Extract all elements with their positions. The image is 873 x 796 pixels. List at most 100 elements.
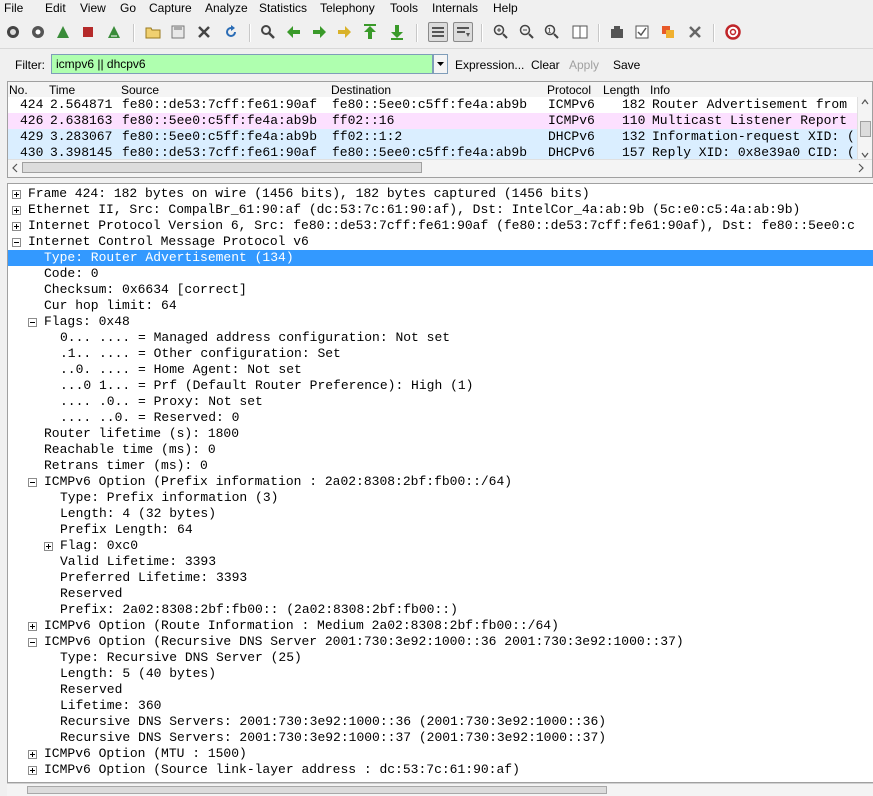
tree-item[interactable]: ..0. .... = Home Agent: Not set [8, 362, 873, 378]
tree-item[interactable]: ...0 1... = Prf (Default Router Preferen… [8, 378, 873, 394]
tree-item[interactable]: 0... .... = Managed address configuratio… [8, 330, 873, 346]
tree-item[interactable]: Prefix: 2a02:8308:2bf:fb00:: (2a02:8308:… [8, 602, 873, 618]
colorize-button[interactable] [428, 22, 448, 42]
packet-row[interactable]: 429 3.283067 fe80::5ee0:c5ff:fe4a:ab9b ff02… [8, 129, 858, 145]
go-forward-button[interactable] [310, 23, 328, 41]
packet-row[interactable]: 424 2.564871 fe80::de53:7cff:fe61:90af fe80… [8, 97, 858, 113]
tree-item[interactable]: .... .0.. = Proxy: Not set [8, 394, 873, 410]
packet-list-vertical-scrollbar[interactable] [857, 97, 872, 160]
scroll-right-icon[interactable] [856, 160, 866, 176]
column-header-protocol[interactable]: Protocol [547, 83, 591, 97]
tree-item[interactable]: .... ..0. = Reserved: 0 [8, 410, 873, 426]
coloring-rules-button[interactable] [659, 23, 677, 41]
details-horizontal-scrollbar[interactable] [7, 783, 873, 796]
go-back-button[interactable] [285, 23, 303, 41]
close-file-button[interactable] [195, 23, 213, 41]
menu-edit[interactable]: Edit [45, 1, 66, 15]
capture-options-button[interactable] [29, 23, 47, 41]
go-to-packet-button[interactable] [335, 23, 353, 41]
capture-filters-button[interactable] [608, 23, 626, 41]
scroll-left-icon[interactable] [10, 160, 20, 176]
save-file-button[interactable] [169, 23, 187, 41]
preferences-button[interactable] [686, 23, 704, 41]
tree-item[interactable]: Recursive DNS Servers: 2001:730:3e92:100… [8, 714, 873, 730]
apply-button[interactable]: Apply [569, 58, 599, 72]
display-filters-button[interactable] [633, 23, 651, 41]
tree-item[interactable]: Lifetime: 360 [8, 698, 873, 714]
column-header-destination[interactable]: Destination [331, 83, 391, 97]
tree-item[interactable]: Internet Control Message Protocol v6 [8, 234, 873, 250]
menu-view[interactable]: View [80, 1, 106, 15]
tree-item[interactable]: Cur hop limit: 64 [8, 298, 873, 314]
tree-item[interactable]: Recursive DNS Servers: 2001:730:3e92:100… [8, 730, 873, 746]
tree-item[interactable]: ICMPv6 Option (Prefix information : 2a02… [8, 474, 873, 490]
interface-list-button[interactable] [4, 23, 22, 41]
resize-columns-button[interactable] [571, 23, 589, 41]
clear-button[interactable]: Clear [531, 58, 560, 72]
packet-list-horizontal-scrollbar[interactable] [8, 159, 872, 177]
tree-item[interactable]: ICMPv6 Option (MTU : 1500) [8, 746, 873, 762]
zoom-in-button[interactable] [492, 23, 510, 41]
tree-item[interactable]: ICMPv6 Option (Recursive DNS Server 2001… [8, 634, 873, 650]
menu-capture[interactable]: Capture [149, 1, 192, 15]
packet-row[interactable]: 426 2.638163 fe80::5ee0:c5ff:fe4a:ab9b ff02… [8, 113, 858, 129]
tree-item[interactable]: ICMPv6 Option (Source link-layer address… [8, 762, 873, 778]
column-header-no[interactable]: No. [9, 83, 28, 97]
scroll-thumb[interactable] [860, 121, 871, 137]
expand-icon[interactable] [12, 222, 21, 231]
tree-item[interactable]: Internet Protocol Version 6, Src: fe80::… [8, 218, 873, 234]
find-button[interactable] [259, 23, 277, 41]
collapse-icon[interactable] [12, 238, 21, 247]
scroll-thumb[interactable] [22, 162, 422, 173]
menu-statistics[interactable]: Statistics [259, 1, 307, 15]
go-first-button[interactable] [361, 23, 379, 41]
expand-icon[interactable] [28, 766, 37, 775]
tree-item[interactable]: Reserved [8, 682, 873, 698]
column-header-length[interactable]: Length [603, 83, 640, 97]
tree-item[interactable]: Ethernet II, Src: CompalBr_61:90:af (dc:… [8, 202, 873, 218]
help-button[interactable] [724, 23, 742, 41]
expand-icon[interactable] [12, 190, 21, 199]
tree-item[interactable]: Type: Prefix information (3) [8, 490, 873, 506]
column-header-info[interactable]: Info [650, 83, 670, 97]
stop-capture-button[interactable] [79, 23, 97, 41]
tree-item[interactable]: Length: 5 (40 bytes) [8, 666, 873, 682]
go-last-button[interactable] [388, 23, 406, 41]
save-filter-button[interactable]: Save [613, 58, 640, 72]
menu-tools[interactable]: Tools [390, 1, 418, 15]
tree-item[interactable]: .1.. .... = Other configuration: Set [8, 346, 873, 362]
filter-dropdown-button[interactable] [433, 54, 448, 74]
menu-analyze[interactable]: Analyze [205, 1, 248, 15]
tree-item[interactable]: Prefix Length: 64 [8, 522, 873, 538]
auto-scroll-button[interactable] [453, 22, 473, 42]
menu-file[interactable]: File [4, 1, 23, 15]
tree-item[interactable]: Length: 4 (32 bytes) [8, 506, 873, 522]
tree-item[interactable]: Frame 424: 182 bytes on wire (1456 bits)… [8, 186, 873, 202]
normal-size-button[interactable]: 1 [543, 23, 561, 41]
tree-item[interactable]: Checksum: 0x6634 [correct] [8, 282, 873, 298]
display-filter-input[interactable] [51, 54, 433, 74]
collapse-icon[interactable] [28, 638, 37, 647]
tree-item[interactable]: Reserved [8, 586, 873, 602]
restart-capture-button[interactable] [105, 23, 123, 41]
menu-internals[interactable]: Internals [432, 1, 478, 15]
start-capture-button[interactable] [54, 23, 72, 41]
tree-item[interactable]: Reachable time (ms): 0 [8, 442, 873, 458]
tree-item[interactable]: Retrans timer (ms): 0 [8, 458, 873, 474]
tree-item[interactable]: Type: Router Advertisement (134) [8, 250, 873, 266]
tree-item[interactable]: Flag: 0xc0 [8, 538, 873, 554]
menu-telephony[interactable]: Telephony [320, 1, 375, 15]
open-file-button[interactable] [144, 23, 162, 41]
tree-item[interactable]: ICMPv6 Option (Route Information : Mediu… [8, 618, 873, 634]
menu-go[interactable]: Go [120, 1, 136, 15]
tree-item[interactable]: Code: 0 [8, 266, 873, 282]
column-header-time[interactable]: Time [49, 83, 75, 97]
expression-button[interactable]: Expression... [455, 58, 524, 72]
tree-item[interactable]: Router lifetime (s): 1800 [8, 426, 873, 442]
tree-item[interactable]: Type: Recursive DNS Server (25) [8, 650, 873, 666]
expand-icon[interactable] [28, 622, 37, 631]
collapse-icon[interactable] [28, 478, 37, 487]
tree-item[interactable]: Preferred Lifetime: 3393 [8, 570, 873, 586]
scroll-up-icon[interactable] [858, 97, 872, 107]
expand-icon[interactable] [44, 542, 53, 551]
